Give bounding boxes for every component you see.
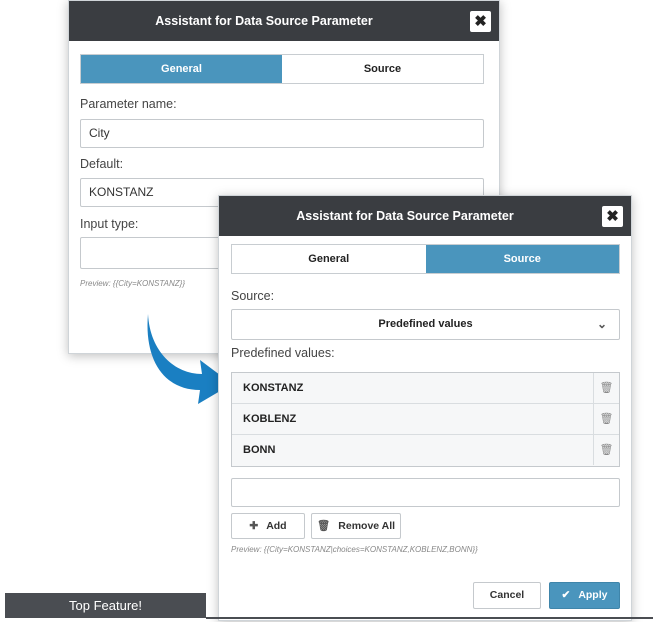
chevron-down-icon: ⌄ (596, 317, 607, 331)
source-select[interactable]: Predefined values ⌄ (231, 309, 620, 340)
remove-all-button-label: Remove All (338, 520, 396, 532)
list-item: BONN 🗑 (232, 435, 619, 466)
dialog-source-tabs: General Source (231, 244, 620, 274)
general-preview-text: Preview: {{City=KONSTANZ}} (80, 279, 185, 288)
default-label: Default: (80, 157, 124, 171)
new-value-input[interactable] (231, 478, 620, 507)
dialog-source-title: Assistant for Data Source Parameter (296, 209, 514, 223)
dialog-general-tabs: General Source (80, 54, 484, 84)
dialog-source-close-icon[interactable]: ✖ (602, 206, 623, 227)
source-label: Source: (231, 289, 275, 303)
trash-icon[interactable]: 🗑 (593, 404, 619, 434)
list-item: KONSTANZ 🗑 (232, 373, 619, 404)
dialog-general-title: Assistant for Data Source Parameter (155, 14, 373, 28)
source-select-value: Predefined values (378, 318, 473, 330)
remove-all-button[interactable]: 🗑 Remove All (311, 513, 401, 539)
trash-icon[interactable]: 🗑 (593, 435, 619, 465)
plus-icon: ✚ (249, 520, 259, 532)
parameter-name-input[interactable]: City (80, 119, 484, 148)
dialog-source-titlebar: Assistant for Data Source Parameter ✖ (219, 196, 631, 236)
dialog-general-close-icon[interactable]: ✖ (470, 11, 491, 32)
top-feature-badge: Top Feature! (5, 593, 206, 618)
input-type-label: Input type: (80, 217, 139, 231)
tab-source[interactable]: Source (282, 55, 483, 83)
list-item-value: KOBLENZ (243, 413, 297, 425)
list-item: KOBLENZ 🗑 (232, 404, 619, 435)
trash-icon[interactable]: 🗑 (593, 373, 619, 403)
parameter-name-label: Parameter name: (80, 97, 177, 111)
add-button-label: Add (266, 520, 287, 532)
baseline-divider (206, 617, 653, 619)
tab-general[interactable]: General (232, 245, 426, 273)
apply-button-label: Apply (578, 589, 608, 601)
tab-source[interactable]: Source (425, 245, 619, 273)
trash-icon: 🗑 (316, 520, 331, 532)
apply-button[interactable]: ✔ Apply (549, 582, 620, 609)
cancel-button[interactable]: Cancel (473, 582, 541, 609)
list-item-value: BONN (243, 444, 276, 456)
predefined-values-list: KONSTANZ 🗑 KOBLENZ 🗑 BONN 🗑 (231, 372, 620, 467)
list-item-value: KONSTANZ (243, 382, 304, 394)
check-icon: ✔ (561, 589, 571, 601)
source-preview-text: Preview: {{City=KONSTANZ|choices=KONSTAN… (231, 545, 478, 554)
add-button[interactable]: ✚ Add (231, 513, 305, 539)
tab-general[interactable]: General (81, 55, 282, 83)
predefined-values-label: Predefined values: (231, 346, 335, 360)
dialog-general-titlebar: Assistant for Data Source Parameter ✖ (69, 1, 499, 41)
dialog-source: Assistant for Data Source Parameter ✖ Ge… (218, 195, 632, 621)
